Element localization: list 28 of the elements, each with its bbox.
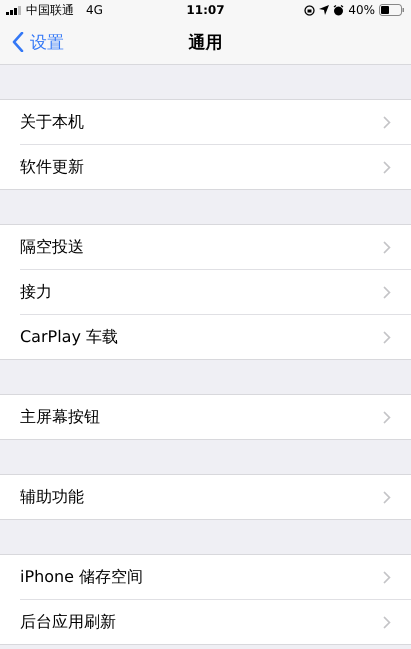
chevron-right-icon — [383, 410, 391, 424]
settings-row[interactable]: iPhone 储存空间 — [20, 555, 411, 600]
chevron-left-icon — [12, 32, 24, 52]
settings-row[interactable]: 后台应用刷新 — [20, 600, 411, 644]
location-icon — [319, 5, 330, 15]
settings-row[interactable]: 关于本机 — [20, 100, 411, 145]
settings-row[interactable]: 接力 — [20, 270, 411, 315]
back-button[interactable]: 设置 — [0, 30, 72, 54]
chevron-right-icon — [383, 490, 391, 504]
carrier-name: 中国联通 — [26, 2, 74, 18]
signal-icon — [6, 6, 22, 14]
nav-title: 通用 — [188, 32, 224, 54]
chevron-right-icon — [383, 116, 391, 128]
chevron-right-icon — [383, 570, 391, 584]
network-type: 4G — [86, 3, 103, 17]
battery-icon — [379, 4, 405, 16]
chevron-right-icon — [383, 616, 391, 628]
settings-row[interactable]: 软件更新 — [20, 145, 411, 189]
chevron-right-icon — [383, 160, 391, 174]
chevron-right-icon — [383, 330, 391, 344]
alarm-icon — [333, 4, 344, 16]
settings-row[interactable]: 隔空投送 — [20, 225, 411, 270]
battery-percent: 40% — [348, 3, 375, 17]
chevron-right-icon — [383, 286, 391, 298]
rotation-lock-icon — [304, 4, 316, 16]
chevron-right-icon — [383, 240, 391, 254]
status-time: 11:07 — [185, 3, 226, 17]
settings-row[interactable]: CarPlay 车载 — [20, 315, 411, 359]
